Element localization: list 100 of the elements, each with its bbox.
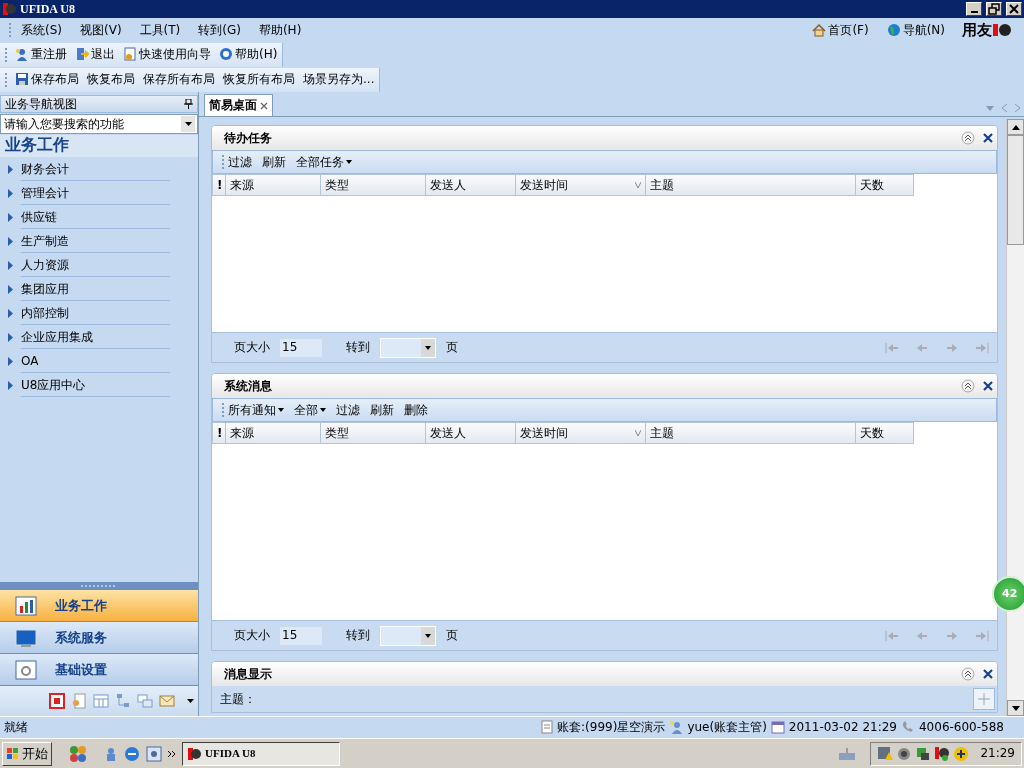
toolbar-button[interactable]: 场景另存为... [302,72,376,87]
sidebar-item[interactable]: OA [0,349,198,373]
sidebar-item[interactable]: 管理会计 [0,181,198,205]
sidebar-item[interactable]: U8应用中心 [0,373,198,397]
close-icon[interactable] [983,133,993,143]
sidebar-item[interactable]: 集团应用 [0,277,198,301]
page-size-field[interactable]: 15 [280,338,322,357]
app-logo-icon [2,2,16,16]
toolbar-button[interactable]: 重注册 [14,47,68,62]
close-button[interactable] [1006,2,1022,16]
close-icon[interactable] [983,669,993,679]
dropdown-arrow-icon[interactable] [187,699,194,703]
hierarchy-icon[interactable] [115,693,131,709]
toolbar-button[interactable]: 恢复布局 [86,72,136,87]
add-icon[interactable] [953,745,970,762]
pin-icon[interactable] [184,99,193,109]
sidebar-item[interactable]: 企业应用集成 [0,325,198,349]
sidebar-item[interactable]: 内部控制 [0,301,198,325]
module-button[interactable]: 系统服务 [0,622,198,654]
scroll-right-icon[interactable] [1015,104,1020,112]
network-warning-icon[interactable] [877,745,894,762]
apps-icon[interactable] [68,743,88,764]
menu-link[interactable]: 首页(F) [811,22,870,38]
column-header[interactable]: 发送时间 [516,422,646,444]
status-text: 就绪 [4,720,28,735]
toolbar-button[interactable]: 恢复所有布局 [222,72,296,87]
menu-link[interactable]: 导航(N) [885,22,946,38]
module-button[interactable]: 业务工作 [0,590,198,622]
toolbar-button[interactable]: 帮助(H) [218,47,279,62]
pager-label: 转到 [346,340,370,355]
user-icon[interactable] [104,745,118,762]
toolbar-button[interactable]: 刷新 [369,402,395,418]
toolbar-button[interactable]: 过滤 [335,402,361,418]
app-logo-icon[interactable] [934,745,951,762]
module-button[interactable]: 基础设置 [0,654,198,686]
restore-button[interactable] [986,2,1002,16]
close-icon[interactable] [983,381,993,391]
taskbar-window[interactable]: UFIDA U8 [182,741,340,766]
scroll-up-button[interactable] [1007,119,1024,135]
column-header[interactable]: 发送人 [426,422,516,444]
collapse-icon[interactable] [961,379,975,393]
toolbar-button[interactable]: 全部 [293,402,327,418]
user-label: yue(账套主管) [687,720,767,735]
menu-item[interactable]: 帮助(H) [249,22,311,38]
column-header[interactable]: 主题 [646,174,856,196]
stop-icon[interactable] [49,693,65,709]
toolbar-button[interactable]: 保存所有布局 [142,72,216,87]
toolbar-button[interactable]: 过滤 [227,154,253,170]
menu-item[interactable]: 系统(S) [12,22,71,38]
dropdown-arrow-icon [184,122,192,126]
tab[interactable]: 简易桌面 [204,94,273,116]
windows-icon[interactable] [137,693,153,709]
sidebar-item[interactable]: 生产制造 [0,229,198,253]
sidebar-item[interactable]: 财务会计 [0,157,198,181]
bar-chart-icon [15,595,37,616]
sidebar-item[interactable]: 供应链 [0,205,198,229]
menu-item[interactable]: 视图(V) [71,22,131,38]
column-header[interactable]: 类型 [321,174,426,196]
column-header[interactable]: 天数 [856,174,914,196]
mail-icon[interactable] [159,693,175,709]
calendar-icon[interactable] [93,693,109,709]
column-header[interactable]: 发送时间 [516,174,646,196]
collapse-icon[interactable] [961,667,975,681]
toolbar-grip-icon [4,46,8,63]
menu-item[interactable]: 工具(T) [130,22,190,38]
toolbar-button[interactable]: 所有通知 [227,402,285,418]
scroll-down-button[interactable] [1007,700,1024,716]
document-icon[interactable] [71,693,87,709]
sidebar-item[interactable]: 人力资源 [0,253,198,277]
pager-label: 页 [446,340,458,355]
toolbar-button[interactable]: 快速使用向导 [122,47,212,62]
column-header[interactable]: ! [212,174,226,196]
column-header[interactable]: 主题 [646,422,856,444]
toolbar-button[interactable]: 全部任务 [295,154,353,170]
toolbar-button[interactable]: 刷新 [261,154,287,170]
minimize-button[interactable] [966,2,982,16]
more-icon[interactable] [168,749,176,758]
start-button[interactable]: 开始 [2,741,52,766]
column-header[interactable]: 发送人 [426,174,516,196]
phone-icon [901,720,915,735]
clock: 21:29 [980,746,1015,761]
toolbar-button[interactable]: 退出 [74,47,116,62]
scrollbar-thumb[interactable] [1007,135,1024,245]
column-header[interactable]: 类型 [321,422,426,444]
search-field[interactable]: 请输入您要搜索的功能 [0,114,198,134]
column-header[interactable]: 来源 [226,422,321,444]
keyboard-icon[interactable] [838,746,857,761]
collapse-icon[interactable] [961,131,975,145]
toolbar-grip-icon [4,71,8,88]
column-header[interactable]: 来源 [226,174,321,196]
save-icon [15,72,29,87]
page-size-field[interactable]: 15 [280,626,322,645]
toolbar-button[interactable]: 删除 [403,402,429,418]
scroll-left-icon[interactable] [1002,104,1007,112]
column-header[interactable]: 天数 [856,422,914,444]
circle-icon[interactable] [896,745,913,762]
toolbar-button[interactable]: 保存布局 [14,72,80,87]
menu-item[interactable]: 转到(G) [189,22,250,38]
column-header[interactable]: ! [212,422,226,444]
expand-arrow-icon [8,164,13,174]
